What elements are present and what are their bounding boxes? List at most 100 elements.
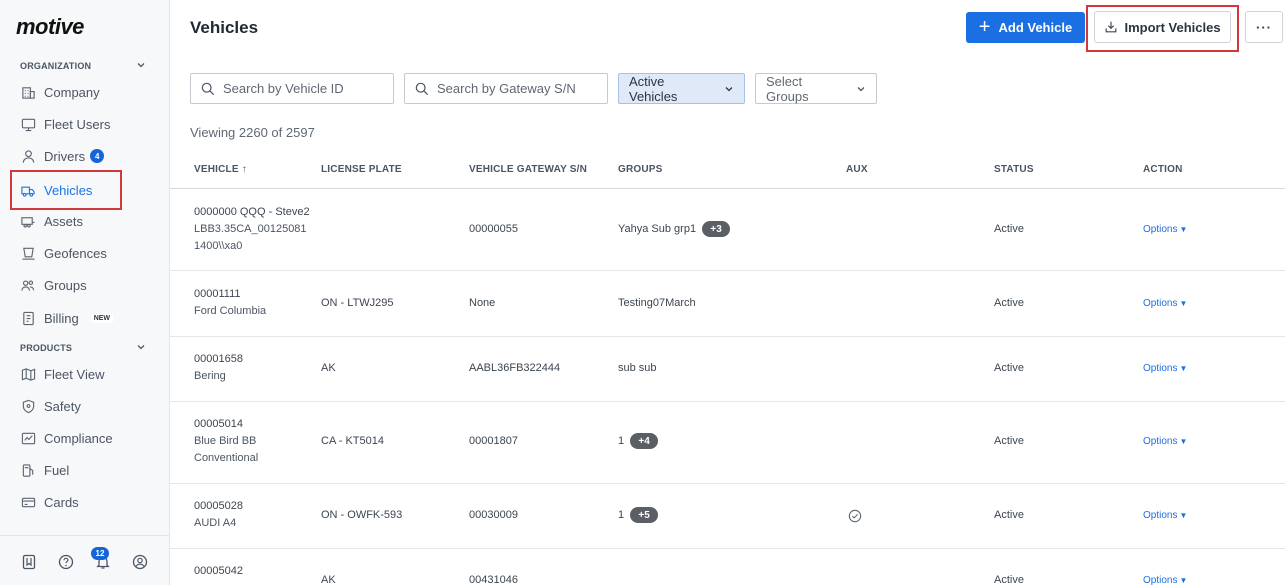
options-label: Options [1143, 224, 1178, 235]
groups-cell: Testing07March [618, 297, 696, 309]
plus-icon: + [978, 15, 991, 38]
sidebar-item-drivers[interactable]: Drivers 4 [12, 141, 162, 171]
chevron-down-icon [857, 86, 865, 91]
caret-down-icon: ▼ [1179, 364, 1188, 373]
options-label: Options [1143, 510, 1178, 521]
sidebar-item-assets[interactable]: Assets [12, 206, 162, 236]
gateway-search-input[interactable] [437, 81, 607, 96]
vehicle-number: 00001658 [194, 353, 243, 365]
options-label: Options [1143, 575, 1178, 585]
groups-icon [20, 277, 36, 293]
groups-more-badge[interactable]: +3 [702, 221, 731, 238]
gateway-search[interactable] [404, 73, 608, 104]
vehicle-number: 00005042 [194, 565, 243, 577]
vehicle-cell[interactable]: 00005028 AUDI A4 [194, 498, 243, 532]
options-dropdown[interactable]: Options ▼ [1143, 221, 1187, 238]
vehicle-cell[interactable]: 00005042 [194, 563, 243, 580]
vehicle-id-search-input[interactable] [223, 81, 393, 96]
vehicle-description: Conventional [194, 452, 259, 464]
row-divider [170, 270, 1285, 271]
column-header-license-plate: LICENSE PLATE [321, 164, 402, 175]
caret-down-icon: ▼ [1179, 437, 1188, 446]
groups-select[interactable]: Select Groups [755, 73, 877, 104]
sidebar-item-compliance[interactable]: Compliance [12, 423, 162, 453]
gateway-cell: 00431046 [469, 574, 518, 585]
vehicle-cell[interactable]: 00005014 Blue Bird BB Conventional [194, 416, 258, 467]
column-header-vehicle[interactable]: VEHICLE ↑ [194, 164, 247, 175]
sidebar-item-fleet-view[interactable]: Fleet View [12, 359, 162, 389]
notifications-count-badge: 12 [91, 547, 109, 560]
group-name: 1 [618, 435, 625, 447]
sidebar-item-vehicles[interactable]: Vehicles [10, 170, 122, 210]
sidebar-item-label: Fleet View [44, 366, 105, 382]
motive-logo[interactable]: motive [16, 14, 84, 40]
sidebar-item-label: Cards [44, 494, 79, 510]
geofence-icon [20, 245, 36, 261]
truck-icon [20, 182, 36, 198]
groups-cell: Yahya Sub grp1 +3 [618, 221, 731, 238]
sidebar-item-label: Assets [44, 213, 84, 229]
groups-cell: sub sub [618, 362, 657, 374]
vehicle-description: 1400\\xa0 [194, 240, 243, 252]
status-cell: Active [994, 509, 1024, 521]
add-vehicle-button[interactable]: + Add Vehicle [966, 12, 1085, 43]
vehicle-number: 00005014 [194, 418, 243, 430]
trailer-icon [20, 213, 36, 229]
monitor-icon [20, 116, 36, 132]
vehicle-description: Ford Columbia [194, 305, 267, 317]
options-dropdown[interactable]: Options ▼ [1143, 295, 1187, 312]
groups-more-badge[interactable]: +4 [630, 433, 659, 450]
vehicle-cell[interactable]: 00001111 Ford Columbia [194, 286, 266, 320]
vehicle-cell[interactable]: 00001658 Bering [194, 351, 243, 385]
help-icon[interactable] [58, 554, 74, 570]
sidebar-item-safety[interactable]: Safety [12, 391, 162, 421]
chevron-down-icon [725, 86, 733, 91]
import-vehicles-button[interactable]: Import Vehicles [1094, 11, 1231, 43]
options-dropdown[interactable]: Options ▼ [1143, 360, 1187, 377]
license-cell: AK [321, 362, 336, 374]
license-cell: ON - OWFK-593 [321, 509, 403, 521]
groups-cell: 1 +4 [618, 433, 659, 450]
sidebar-item-billing[interactable]: Billing NEW [12, 303, 162, 333]
guide-icon[interactable] [21, 554, 37, 570]
groups-more-badge[interactable]: +5 [630, 507, 659, 524]
search-icon [201, 82, 215, 95]
sidebar-item-fuel[interactable]: Fuel [12, 455, 162, 485]
options-label: Options [1143, 298, 1178, 309]
options-dropdown[interactable]: Options ▼ [1143, 507, 1187, 524]
vehicle-status-value: Active Vehicles [629, 73, 678, 104]
sidebar-item-groups[interactable]: Groups [12, 270, 162, 300]
sidebar-item-fleet-users[interactable]: Fleet Users [12, 109, 162, 139]
license-cell: ON - LTWJ295 [321, 297, 394, 309]
section-label-organization: ORGANIZATION [20, 61, 92, 71]
add-vehicle-label: Add Vehicle [998, 20, 1073, 35]
drivers-count-badge: 4 [90, 149, 105, 163]
gateway-cell: 00030009 [469, 509, 518, 521]
sidebar-item-geofences[interactable]: Geofences [12, 238, 162, 268]
vehicle-description: LBB3.35CA_00125081 [194, 223, 307, 235]
gateway-cell: AABL36FB322444 [469, 362, 561, 374]
more-options-button[interactable]: ··· [1245, 11, 1283, 43]
gateway-cell: None [469, 297, 496, 309]
options-dropdown[interactable]: Options ▼ [1143, 433, 1187, 450]
options-dropdown[interactable]: Options ▼ [1143, 572, 1187, 585]
status-cell: Active [994, 223, 1024, 235]
vehicle-cell[interactable]: 0000000 QQQ - Steve2 LBB3.35CA_00125081 … [194, 204, 310, 255]
sidebar-item-cards[interactable]: Cards [12, 487, 162, 517]
person-icon [20, 148, 36, 164]
chevron-down-icon[interactable] [136, 60, 146, 70]
sidebar-item-label: Drivers [44, 148, 86, 164]
vehicle-status-select[interactable]: Active Vehicles [618, 73, 745, 104]
column-header-status: STATUS [994, 164, 1034, 175]
vehicle-number: 0000000 QQQ - Steve2 [194, 206, 310, 218]
chevron-down-icon[interactable] [136, 342, 146, 352]
sidebar-item-company[interactable]: Company [12, 77, 162, 107]
column-header-action: ACTION [1143, 164, 1183, 175]
compliance-icon [20, 430, 36, 446]
fuel-icon [20, 462, 36, 478]
vehicle-id-search[interactable] [190, 73, 394, 104]
groups-select-value: Select Groups [766, 73, 809, 104]
caret-down-icon: ▼ [1179, 299, 1188, 308]
caret-down-icon: ▼ [1179, 225, 1188, 234]
account-icon[interactable] [132, 554, 148, 570]
